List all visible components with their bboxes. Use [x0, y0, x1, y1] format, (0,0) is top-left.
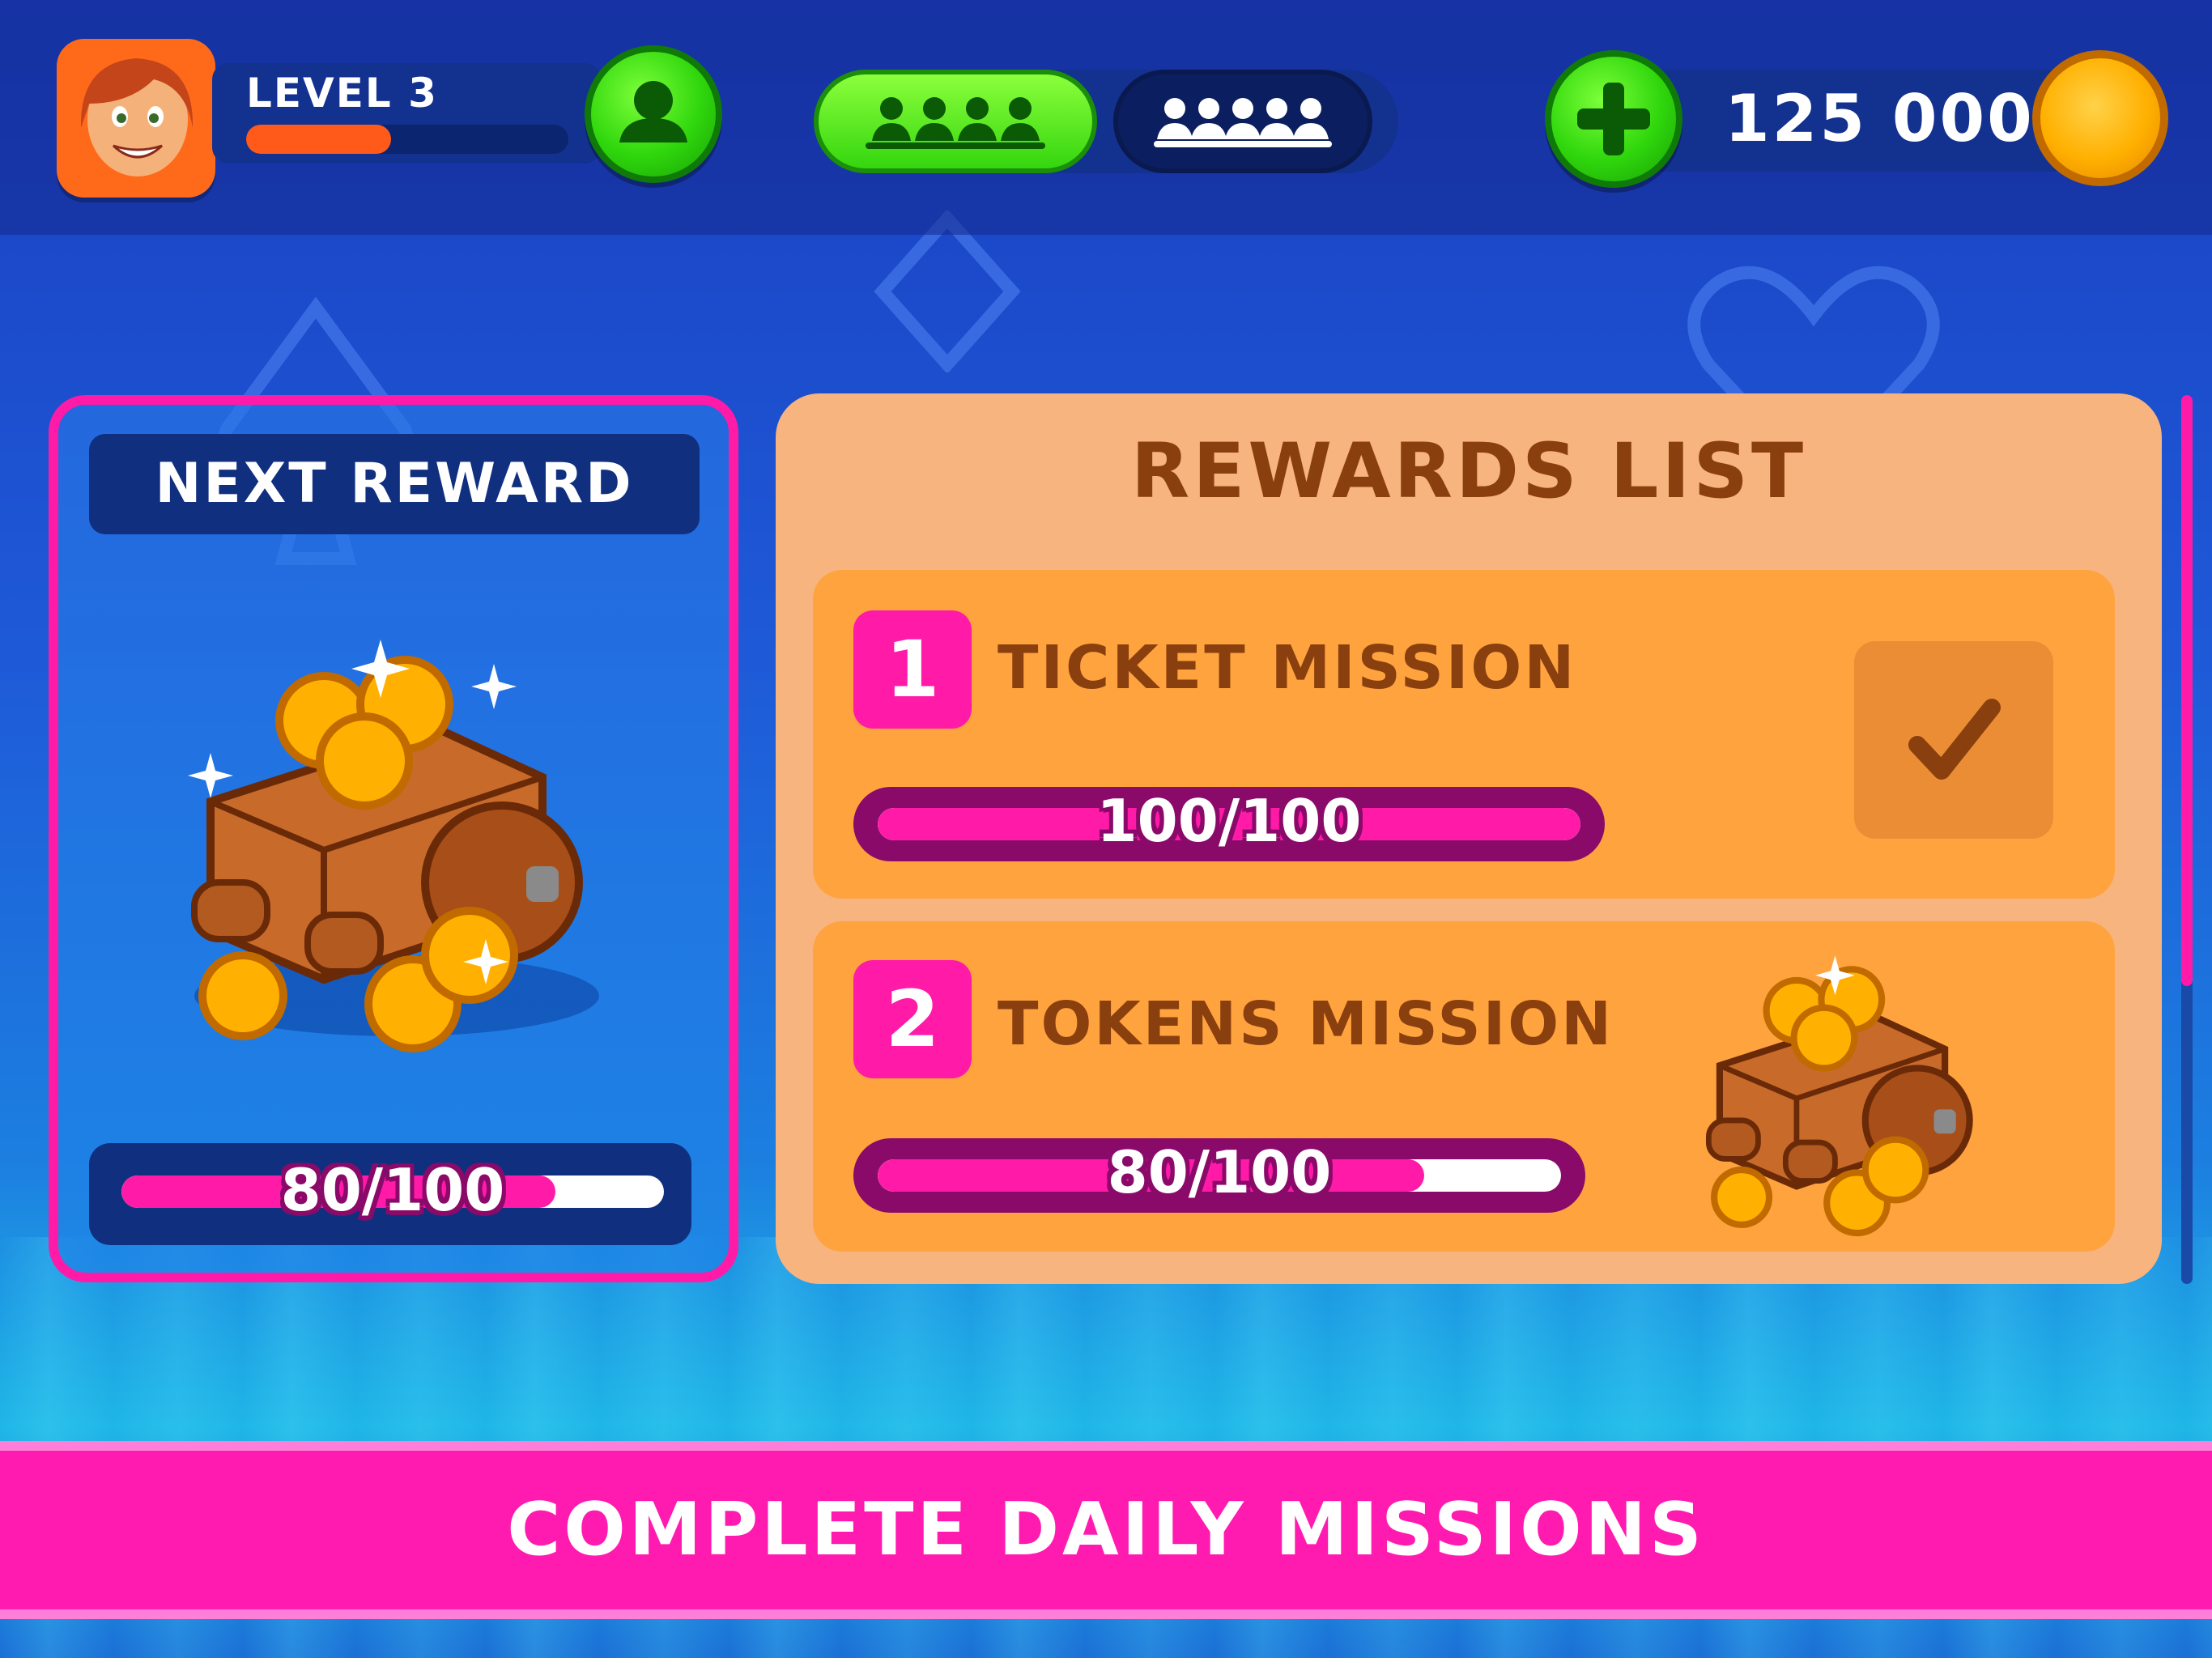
next-reward-progress-text: 80/100 — [280, 1156, 505, 1224]
team-mode-button[interactable] — [814, 70, 1097, 173]
diamond-decoration-icon — [874, 210, 1021, 372]
plus-icon — [1577, 83, 1650, 155]
level-label: LEVEL 3 — [246, 70, 438, 117]
mission-title-1: TICKET MISSION — [998, 633, 1577, 703]
mission-title-2: TOKENS MISSION — [998, 989, 1614, 1059]
coin-icon — [2032, 50, 2168, 186]
add-coins-button[interactable] — [1545, 50, 1682, 188]
group-mode-button[interactable] — [1113, 70, 1372, 173]
avatar-face-icon — [80, 58, 194, 176]
mission-number-1: 1 — [853, 610, 972, 729]
mission-progress-text-1: 100/100 — [1096, 787, 1362, 855]
team-icon — [866, 97, 1045, 149]
player-avatar[interactable] — [57, 39, 215, 198]
mission-reward-cart-icon — [1705, 955, 1973, 1237]
rewards-scrollbar-thumb[interactable] — [2181, 395, 2193, 986]
profile-icon — [619, 81, 687, 142]
mission-progress-text-2: 80/100 — [1107, 1138, 1332, 1206]
coin-amount: 125 000 — [1725, 81, 2035, 156]
xp-progress-bar — [246, 125, 568, 154]
next-reward-title: NEXT REWARD — [155, 452, 634, 516]
mission-number-2: 2 — [853, 960, 972, 1078]
group-icon — [1154, 98, 1332, 147]
banner-text: COMPLETE DAILY MISSIONS — [507, 1487, 1705, 1572]
game-screen: LEVEL 3 125 000 NEXT REWARD 80/100 REWAR… — [0, 0, 2212, 1658]
xp-progress-fill — [246, 125, 392, 154]
mode-selector — [814, 70, 1398, 173]
reward-cart-icon — [188, 640, 599, 1052]
profile-button[interactable] — [585, 45, 722, 183]
check-icon — [1908, 699, 2001, 780]
mission-claimed-box-1 — [1854, 641, 2053, 839]
rewards-list-title: REWARDS LIST — [1130, 427, 1807, 516]
rewards-scrollbar[interactable] — [2181, 395, 2193, 1284]
